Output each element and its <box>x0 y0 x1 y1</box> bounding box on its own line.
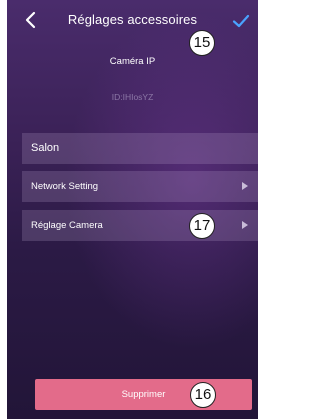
app-screen: Réglages accessoires 15 Caméra IP ID:IHI… <box>7 0 258 419</box>
menu-item-camera-settings[interactable]: Réglage Camera <box>22 210 258 241</box>
play-arrow-icon <box>242 221 248 229</box>
callout-badge-16: 16 <box>190 382 216 408</box>
page-title: Réglages accessoires <box>67 12 198 27</box>
menu-item-label: Network Setting <box>31 181 99 192</box>
callout-badge-15: 15 <box>189 30 215 56</box>
checkmark-icon <box>232 14 250 28</box>
delete-button[interactable]: Supprimer <box>35 379 252 410</box>
menu-item-label: Réglage Camera <box>31 220 103 231</box>
device-name-field[interactable]: Salon <box>22 133 258 164</box>
device-name: Caméra IP <box>109 56 156 67</box>
callout-badge-17: 17 <box>189 213 215 239</box>
top-bar: Réglages accessoires <box>7 0 258 40</box>
back-button[interactable] <box>21 9 43 31</box>
confirm-button[interactable] <box>230 10 252 32</box>
play-arrow-icon <box>242 182 248 190</box>
chevron-left-icon <box>25 11 36 29</box>
menu-item-network-setting[interactable]: Network Setting <box>22 171 258 202</box>
device-id: ID:IHIosYZ <box>111 92 154 102</box>
